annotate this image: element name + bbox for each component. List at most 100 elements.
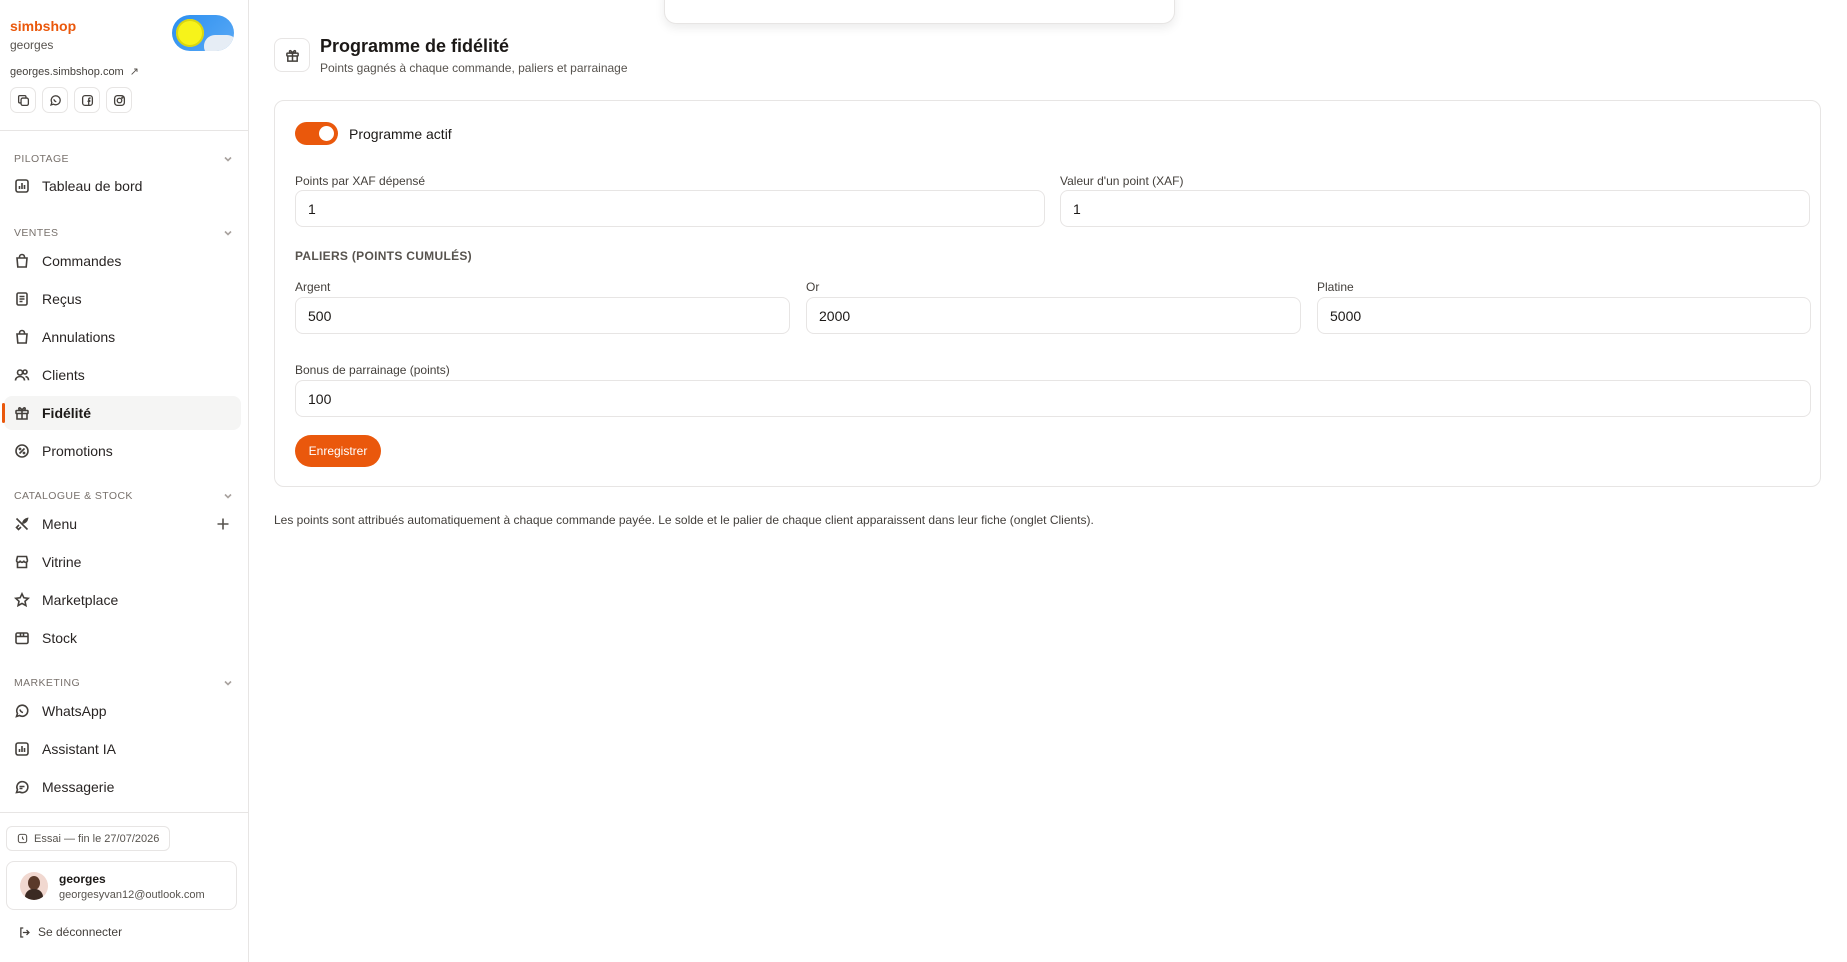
user-card[interactable]: georges georgesyvan12@outlook.com <box>6 861 237 910</box>
users-icon <box>14 369 30 381</box>
whatsapp-icon <box>15 704 29 718</box>
chart-icon <box>15 179 29 193</box>
brand-name: simbshop <box>10 18 77 34</box>
shopping-bag-icon <box>16 329 28 344</box>
shop-link-text: georges.simbshop.com <box>10 65 124 78</box>
sidebar: simbshop georges georges.simbshop.com ↗ … <box>0 0 249 962</box>
user-name: georges <box>59 872 106 886</box>
section-catalogue[interactable]: CATALOGUE & STOCK <box>14 486 234 506</box>
sidebar-item-storefront[interactable]: Vitrine <box>4 545 241 579</box>
referral-input[interactable] <box>295 380 1811 417</box>
sidebar-item-label: Messagerie <box>42 779 115 795</box>
points-per-xaf-input[interactable] <box>295 190 1045 227</box>
sidebar-item-label: Stock <box>42 630 78 646</box>
sidebar-item-label: Tableau de bord <box>42 178 143 194</box>
brand-user: georges <box>10 38 54 52</box>
chevron-down-icon <box>224 493 232 499</box>
copy-button[interactable] <box>10 87 36 113</box>
page-title: Programme de fidélité <box>320 36 510 56</box>
percent-badge-icon <box>15 444 29 458</box>
avatar <box>20 872 48 900</box>
point-value-input[interactable] <box>1060 190 1810 227</box>
tier-gold-input[interactable] <box>806 297 1301 334</box>
section-marketing[interactable]: MARKETING <box>14 673 234 693</box>
sidebar-item-label: Commandes <box>42 253 122 269</box>
section-label: CATALOGUE & STOCK <box>14 490 133 502</box>
logout-label: Se déconnecter <box>38 925 123 939</box>
facebook-button[interactable] <box>74 87 100 113</box>
shop-link[interactable]: georges.simbshop.com ↗ <box>10 65 139 79</box>
plus-icon[interactable] <box>215 516 231 532</box>
tier-platinum-label: Platine <box>1317 280 1354 294</box>
sidebar-item-label: Marketplace <box>42 592 119 608</box>
tiers-title: PALIERS (POINTS CUMULÉS) <box>295 249 472 263</box>
shopping-bag-icon <box>16 253 28 268</box>
footnote: Les points sont attribués automatiquemen… <box>274 513 1094 527</box>
sidebar-item-orders[interactable]: Commandes <box>4 244 241 278</box>
points-per-xaf-label: Points par XAF dépensé <box>295 174 426 188</box>
sidebar-item-cancellations[interactable]: Annulations <box>4 320 241 354</box>
utensils-icon <box>15 517 29 531</box>
sidebar-item-label: Reçus <box>42 291 82 307</box>
sidebar-item-assistant[interactable]: Assistant IA <box>4 732 241 766</box>
sidebar-item-menu[interactable]: Menu <box>4 507 241 541</box>
sidebar-nav: PILOTAGE Tableau de bord VENTES Commande… <box>0 131 249 812</box>
facebook-icon <box>81 94 93 106</box>
section-ventes[interactable]: VENTES <box>14 223 234 243</box>
sidebar-item-clients[interactable]: Clients <box>4 358 241 392</box>
section-pilotage[interactable]: PILOTAGE <box>14 149 234 169</box>
sidebar-item-marketplace[interactable]: Marketplace <box>4 583 241 617</box>
sidebar-item-messaging[interactable]: Messagerie <box>4 770 241 804</box>
instagram-button[interactable] <box>106 87 132 113</box>
sidebar-item-whatsapp[interactable]: WhatsApp <box>4 694 241 728</box>
save-button[interactable]: Enregistrer <box>295 435 381 467</box>
sidebar-item-label: Promotions <box>42 443 113 459</box>
tier-platinum-input[interactable] <box>1317 297 1811 334</box>
store-icon <box>15 555 29 569</box>
sidebar-item-label: Fidélité <box>42 405 92 421</box>
sidebar-item-stock[interactable]: Stock <box>4 621 241 655</box>
referral-label: Bonus de parrainage (points) <box>295 363 450 377</box>
program-active-label: Programme actif <box>349 126 452 142</box>
message-icon <box>15 780 29 794</box>
trial-text: Essai — fin le 27/07/2026 <box>34 832 160 845</box>
star-icon <box>14 592 30 608</box>
instagram-icon <box>113 94 125 106</box>
loyalty-settings-card: Programme actif Points par XAF dépensé V… <box>274 100 1821 487</box>
user-email: georgesyvan12@outlook.com <box>59 889 205 901</box>
sun-icon <box>176 19 204 47</box>
sidebar-item-label: Clients <box>42 367 85 383</box>
sidebar-item-label: Menu <box>42 516 78 532</box>
gift-icon <box>15 407 29 420</box>
section-label: MARKETING <box>14 677 81 689</box>
external-link-icon: ↗ <box>129 66 139 78</box>
gift-icon <box>285 49 299 62</box>
logout-icon <box>20 926 30 938</box>
point-value-label: Valeur d'un point (XAF) <box>1060 174 1184 188</box>
sidebar-item-receipts[interactable]: Reçus <box>4 282 241 316</box>
page-icon <box>274 38 310 72</box>
chevron-down-icon <box>224 230 232 236</box>
cloud-icon <box>204 35 234 51</box>
receipt-icon <box>16 292 28 306</box>
sidebar-item-label: Annulations <box>42 329 116 345</box>
trial-badge: Essai — fin le 27/07/2026 <box>6 826 171 851</box>
sidebar-item-label: WhatsApp <box>42 703 107 719</box>
sidebar-item-label: Vitrine <box>42 554 82 570</box>
logout-button[interactable]: Se déconnecter <box>18 925 122 939</box>
sidebar-item-promotions[interactable]: Promotions <box>4 434 241 468</box>
section-label: PILOTAGE <box>14 153 69 165</box>
sidebar-item-dashboard[interactable]: Tableau de bord <box>4 169 241 203</box>
theme-toggle[interactable] <box>172 15 234 51</box>
program-active-toggle[interactable] <box>295 122 338 145</box>
copy-icon <box>17 94 29 106</box>
package-icon <box>15 632 29 645</box>
divider <box>0 812 249 813</box>
whatsapp-button[interactable] <box>42 87 68 113</box>
toast-popup <box>664 0 1175 24</box>
brand: simbshop georges <box>10 18 76 52</box>
section-label: VENTES <box>14 227 59 239</box>
tier-silver-label: Argent <box>295 280 331 294</box>
sidebar-item-loyalty[interactable]: Fidélité <box>2 396 241 430</box>
tier-silver-input[interactable] <box>295 297 790 334</box>
